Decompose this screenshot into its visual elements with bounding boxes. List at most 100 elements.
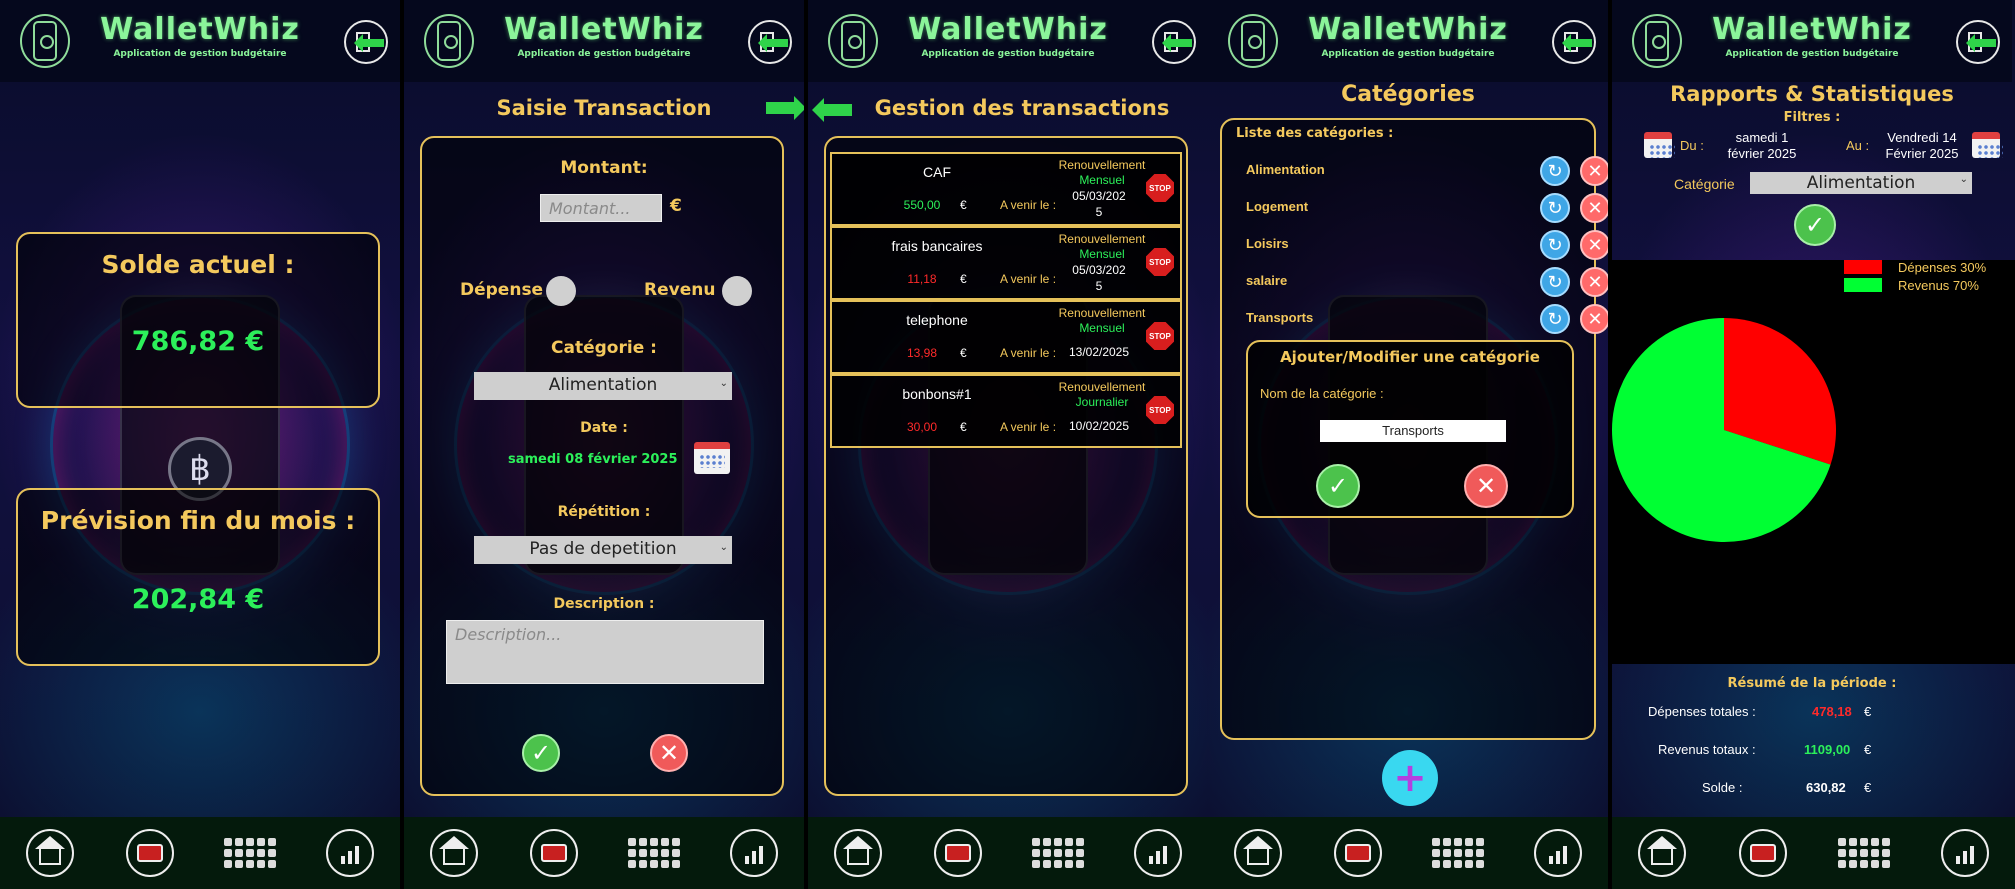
category-label: Catégorie :: [551, 338, 657, 358]
transaction-amount: 11,18: [907, 272, 937, 286]
confirm-button[interactable]: ✓: [1316, 464, 1360, 508]
transaction-date: 13/02/2025: [1068, 345, 1130, 359]
category-filter-select[interactable]: Alimentation ⌄: [1750, 172, 1972, 194]
refresh-edit-icon[interactable]: ↻: [1540, 156, 1570, 186]
category-grid-icon[interactable]: [628, 829, 680, 877]
stats-chart-icon[interactable]: [326, 829, 374, 877]
transaction-name: telephone: [906, 312, 968, 328]
delete-icon[interactable]: ✕: [1580, 230, 1608, 260]
category-grid-icon[interactable]: [1837, 829, 1890, 877]
repeat-select-value: Pas de depetition: [529, 539, 677, 559]
card-transaction-icon[interactable]: [1334, 829, 1382, 877]
calendar-icon[interactable]: [1972, 132, 2003, 158]
transaction-amount: 30,00: [906, 420, 938, 434]
stats-chart-icon[interactable]: [1940, 829, 1989, 877]
category-edit-form: Ajouter/Modifier une catégorie Nom de la…: [1246, 340, 1574, 518]
currency-symbol: €: [1864, 704, 1872, 719]
currency-symbol: €: [960, 272, 967, 286]
apply-filter-button[interactable]: ✓: [1794, 204, 1836, 246]
bottom-nav: [1208, 817, 1608, 889]
amount-input[interactable]: Montant...: [540, 194, 662, 222]
currency-symbol: €: [670, 196, 682, 216]
transaction-date: 05/03/202 5: [1072, 263, 1126, 293]
category-grid-icon[interactable]: [224, 829, 276, 877]
app-title: WalletWhiz: [1712, 12, 1912, 47]
transaction-date: 10/02/2025: [1068, 419, 1130, 433]
table-row[interactable]: frais bancaires 11,18 € Renouvellement M…: [830, 226, 1182, 300]
date-label: Date :: [580, 420, 628, 436]
logout-icon[interactable]: [1552, 20, 1596, 64]
delete-icon[interactable]: ✕: [1580, 193, 1608, 223]
chart-area: Dépenses 30% Revenus 70%: [1612, 260, 2015, 664]
previous-page-arrow-icon[interactable]: [812, 98, 852, 122]
home-icon[interactable]: [1638, 829, 1687, 877]
income-label: Revenu: [644, 280, 716, 300]
card-transaction-icon[interactable]: [530, 829, 578, 877]
date-value[interactable]: samedi 08 février 2025: [508, 452, 678, 467]
categories-panel: Liste des catégories : Alimentation ↻ ✕ …: [1220, 118, 1608, 740]
expense-radio[interactable]: [546, 276, 576, 306]
forecast-card: Prévision fin du mois : 202,84 €: [16, 488, 380, 666]
description-input[interactable]: Description...: [446, 620, 764, 684]
brand: WalletWhiz Application de gestion budgét…: [80, 12, 320, 59]
category-name: Loisirs: [1246, 236, 1289, 251]
category-name: Transports: [1246, 310, 1314, 325]
home-icon[interactable]: [26, 829, 74, 877]
delete-icon[interactable]: ✕: [1580, 304, 1608, 334]
screen-dashboard: ฿ WalletWhiz Application de gestion budg…: [0, 0, 400, 889]
refresh-edit-icon[interactable]: ↻: [1540, 267, 1570, 297]
summary-title: Résumé de la période :: [1727, 676, 1897, 691]
renewal-label: Renouvellement: [1058, 232, 1146, 246]
app-subtitle: Application de gestion budgétaire: [921, 49, 1095, 59]
transaction-amount: 550,00: [903, 198, 941, 212]
table-row[interactable]: telephone 13,98 € Renouvellement Mensuel…: [830, 300, 1182, 374]
refresh-edit-icon[interactable]: ↻: [1540, 193, 1570, 223]
confirm-button[interactable]: ✓: [522, 734, 560, 772]
app-header: WalletWhiz Application de gestion budgét…: [1612, 0, 2012, 82]
cancel-button[interactable]: ✕: [1464, 464, 1508, 508]
total-income-value: 1109,00: [1804, 742, 1851, 757]
category-grid-icon[interactable]: [1032, 829, 1084, 877]
to-date[interactable]: Vendredi 14 Février 2025: [1874, 130, 1970, 162]
brand: WalletWhiz Application de gestion budgét…: [1692, 12, 1932, 59]
table-row[interactable]: bonbons#1 30,00 € Renouvellement Journal…: [830, 374, 1182, 448]
refresh-edit-icon[interactable]: ↻: [1540, 230, 1570, 260]
cancel-button[interactable]: ✕: [650, 734, 688, 772]
logout-icon[interactable]: [1956, 20, 2000, 64]
delete-icon[interactable]: ✕: [1580, 156, 1608, 186]
stats-chart-icon[interactable]: [730, 829, 778, 877]
next-page-arrow-icon[interactable]: [766, 96, 804, 120]
stats-chart-icon[interactable]: [1134, 829, 1182, 877]
bottom-nav: [808, 817, 1208, 889]
home-icon[interactable]: [834, 829, 882, 877]
home-icon[interactable]: [1234, 829, 1282, 877]
card-transaction-icon[interactable]: [1739, 829, 1788, 877]
repeat-select[interactable]: Pas de depetition ⌄: [474, 536, 732, 564]
stats-chart-icon[interactable]: [1534, 829, 1582, 877]
category-name-input[interactable]: Transports: [1320, 420, 1506, 442]
income-radio[interactable]: [722, 276, 752, 306]
forecast-label: Prévision fin du mois :: [40, 506, 356, 535]
category-select[interactable]: Alimentation ⌄: [474, 372, 732, 400]
screen-categories: WalletWhiz Application de gestion budgét…: [1208, 0, 1608, 889]
add-category-button[interactable]: +: [1382, 750, 1438, 806]
upcoming-label: A venir le :: [1000, 346, 1057, 360]
card-transaction-icon[interactable]: [934, 829, 982, 877]
renewal-label: Renouvellement: [1058, 158, 1146, 172]
table-row[interactable]: CAF 550,00 € Renouvellement Mensuel A ve…: [830, 152, 1182, 226]
calendar-icon[interactable]: [1644, 132, 1675, 158]
refresh-edit-icon[interactable]: ↻: [1540, 304, 1570, 334]
category-grid-icon[interactable]: [1432, 829, 1484, 877]
logout-icon[interactable]: [748, 20, 792, 64]
logout-icon[interactable]: [1152, 20, 1196, 64]
category-name: Alimentation: [1246, 162, 1325, 177]
card-transaction-icon[interactable]: [126, 829, 174, 877]
delete-icon[interactable]: ✕: [1580, 267, 1608, 297]
logout-icon[interactable]: [344, 20, 388, 64]
calendar-icon[interactable]: [694, 442, 730, 474]
balance-card: Solde actuel : 786,82 €: [16, 232, 380, 408]
from-date[interactable]: samedi 1 février 2025: [1712, 130, 1812, 162]
total-expense-label: Dépenses totales :: [1648, 704, 1756, 719]
page-title: Gestion des transactions: [874, 96, 1170, 120]
home-icon[interactable]: [430, 829, 478, 877]
